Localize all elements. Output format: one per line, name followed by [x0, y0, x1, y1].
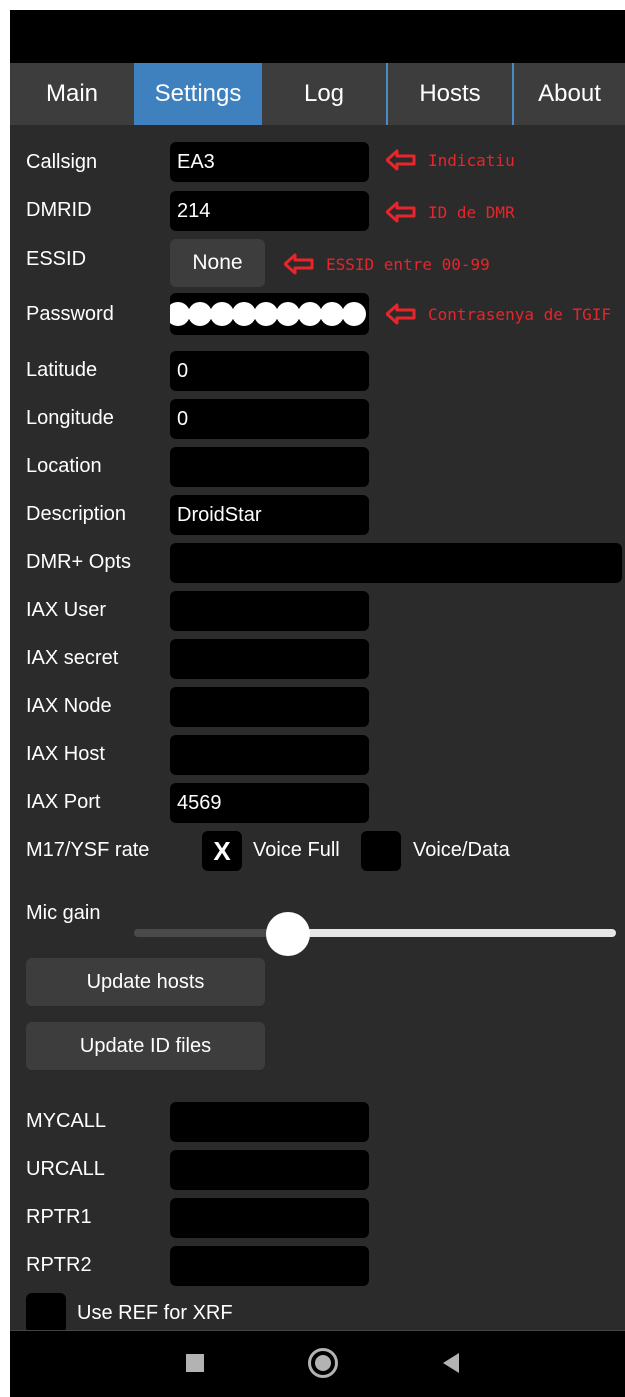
password-field[interactable]	[170, 293, 369, 335]
callsign-field[interactable]: EA3	[170, 142, 369, 182]
password-dot	[298, 302, 322, 326]
location-label: Location	[26, 455, 102, 477]
app-screen: Main Settings Log Hosts About Callsign E…	[10, 10, 625, 1397]
rptr2-field[interactable]	[170, 1246, 369, 1286]
voice-data-label: Voice/Data	[413, 839, 510, 861]
password-dot	[254, 302, 278, 326]
system-nav-bar	[10, 1330, 625, 1397]
password-dot	[232, 302, 256, 326]
tab-main[interactable]: Main	[10, 63, 134, 125]
iax-user-label: IAX User	[26, 599, 107, 621]
update-hosts-button[interactable]: Update hosts	[26, 958, 265, 1006]
password-dot	[342, 302, 366, 326]
callsign-annotation: Indicatiu	[386, 149, 515, 171]
tab-settings[interactable]: Settings	[134, 63, 262, 125]
iax-secret-field[interactable]	[170, 639, 369, 679]
rptr1-label: RPTR1	[26, 1206, 92, 1228]
password-dot	[210, 302, 234, 326]
description-label: Description	[26, 503, 127, 525]
dmrid-annotation: ID de DMR	[386, 201, 515, 223]
callsign-label: Callsign	[26, 151, 98, 173]
rate-label: M17/YSF rate	[26, 839, 150, 861]
rptr2-label: RPTR2	[26, 1254, 92, 1276]
password-label: Password	[26, 303, 114, 325]
voice-full-checkbox[interactable]: X	[202, 831, 242, 871]
password-dot	[320, 302, 344, 326]
iax-port-field[interactable]: 4569	[170, 783, 369, 823]
mic-gain-slider-track[interactable]	[288, 929, 616, 937]
longitude-field[interactable]: 0	[170, 399, 369, 439]
rptr1-field[interactable]	[170, 1198, 369, 1238]
latitude-field[interactable]: 0	[170, 351, 369, 391]
use-ref-checkbox[interactable]	[26, 1293, 66, 1333]
voice-data-checkbox[interactable]	[361, 831, 401, 871]
arrow-left-icon	[386, 201, 416, 223]
use-ref-label: Use REF for XRF	[77, 1302, 233, 1324]
iax-node-label: IAX Node	[26, 695, 112, 717]
dmr-opts-label: DMR+ Opts	[26, 551, 132, 573]
iax-host-label: IAX Host	[26, 743, 105, 765]
location-field[interactable]	[170, 447, 369, 487]
essid-label: ESSID	[26, 248, 87, 270]
status-bar	[10, 10, 625, 63]
home-icon[interactable]	[308, 1348, 338, 1378]
iax-node-field[interactable]	[170, 687, 369, 727]
update-id-files-button[interactable]: Update ID files	[26, 1022, 265, 1070]
mic-gain-label: Mic gain	[26, 902, 101, 924]
dmrid-label: DMRID	[26, 199, 92, 221]
iax-secret-label: IAX secret	[26, 647, 119, 669]
voice-full-label: Voice Full	[253, 839, 340, 861]
essid-annotation: ESSID entre 00-99	[284, 253, 490, 275]
mic-gain-slider-thumb[interactable]	[266, 912, 311, 956]
back-icon[interactable]	[443, 1353, 459, 1373]
dmrid-field[interactable]: 214	[170, 191, 369, 231]
tab-log[interactable]: Log	[262, 63, 386, 125]
tab-hosts[interactable]: Hosts	[386, 63, 512, 125]
arrow-left-icon	[284, 253, 314, 275]
password-annotation: Contrasenya de TGIF	[386, 303, 611, 325]
password-dot	[170, 302, 190, 326]
mic-gain-slider-filled[interactable]	[134, 929, 289, 937]
essid-selector[interactable]: None	[170, 239, 265, 287]
dmr-opts-field[interactable]	[170, 543, 622, 583]
password-dot	[276, 302, 300, 326]
description-field[interactable]: DroidStar	[170, 495, 369, 535]
mycall-field[interactable]	[170, 1102, 369, 1142]
iax-user-field[interactable]	[170, 591, 369, 631]
recents-icon[interactable]	[186, 1354, 204, 1372]
tab-bar: Main Settings Log Hosts About	[10, 63, 625, 125]
arrow-left-icon	[386, 149, 416, 171]
longitude-label: Longitude	[26, 407, 114, 429]
latitude-label: Latitude	[26, 359, 98, 381]
password-dot	[188, 302, 212, 326]
urcall-field[interactable]	[170, 1150, 369, 1190]
tab-about[interactable]: About	[512, 63, 625, 125]
urcall-label: URCALL	[26, 1158, 105, 1180]
mycall-label: MYCALL	[26, 1110, 107, 1132]
iax-host-field[interactable]	[170, 735, 369, 775]
arrow-left-icon	[386, 303, 416, 325]
iax-port-label: IAX Port	[26, 791, 101, 813]
